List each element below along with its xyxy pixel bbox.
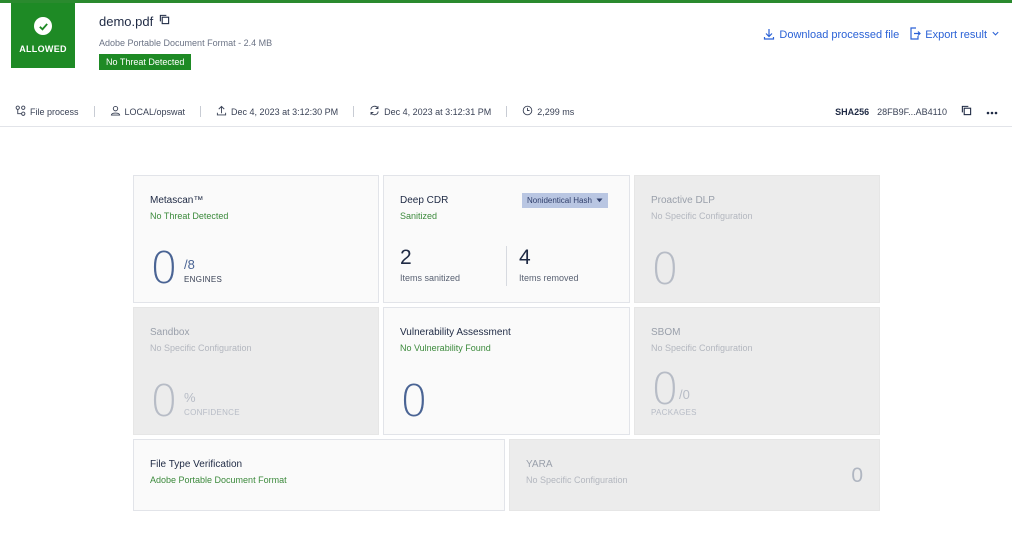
- upload-icon: [216, 105, 227, 118]
- sbom-caption: PACKAGES: [651, 408, 697, 417]
- caret-down-icon: [596, 196, 603, 205]
- meta-bar: File process LOCAL/opswat Dec 4, 2023 at…: [0, 97, 1012, 127]
- user-icon: [110, 105, 121, 118]
- file-name: demo.pdf: [99, 13, 154, 29]
- verdict-label: ALLOWED: [19, 44, 67, 54]
- card-status: No Threat Detected: [150, 211, 229, 221]
- card-status: No Specific Configuration: [150, 343, 252, 353]
- hash-dropdown-label: Nonidentical Hash: [527, 196, 592, 205]
- divider: [353, 106, 355, 117]
- meta-start-time: Dec 4, 2023 at 3:12:30 PM: [216, 105, 338, 118]
- more-icon[interactable]: [986, 107, 998, 117]
- card-status: Sanitized: [400, 211, 438, 221]
- card-vulnerability-assessment[interactable]: Vulnerability Assessment No Vulnerabilit…: [383, 307, 630, 435]
- engines-total: /8: [184, 257, 195, 272]
- vulnerability-count: 0: [400, 376, 428, 427]
- yara-count: 0: [851, 464, 863, 487]
- meta-user-label: LOCAL/opswat: [124, 106, 186, 117]
- top-accent-bar: [0, 0, 1012, 3]
- clock-icon: [522, 105, 533, 118]
- download-button[interactable]: Download processed file: [763, 28, 899, 43]
- sha-value: 28FB9F...AB4110: [877, 106, 947, 117]
- card-status: No Specific Configuration: [651, 343, 753, 353]
- status-badge: No Threat Detected: [99, 54, 192, 70]
- divider: [200, 106, 202, 117]
- card-deep-cdr[interactable]: Deep CDR Sanitized Nonidentical Hash 2 I…: [383, 175, 630, 303]
- card-file-type-verification[interactable]: File Type Verification Adobe Portable Do…: [133, 439, 505, 511]
- sbom-count: 0: [651, 364, 679, 415]
- items-sanitized-count: 2: [400, 246, 412, 269]
- workflow-icon: [15, 105, 26, 118]
- card-status: No Vulnerability Found: [400, 343, 491, 353]
- card-title: Metascan™: [150, 195, 204, 206]
- card-status: No Specific Configuration: [526, 475, 628, 485]
- file-subtitle: Adobe Portable Document Format - 2.4 MB: [99, 38, 273, 48]
- meta-process: File process: [15, 105, 79, 118]
- engines-caption: ENGINES: [184, 275, 223, 284]
- items-removed-count: 4: [519, 246, 531, 269]
- card-sbom[interactable]: SBOM No Specific Configuration 0 /0 PACK…: [634, 307, 880, 435]
- card-yara[interactable]: YARA No Specific Configuration 0: [509, 439, 880, 511]
- card-metascan[interactable]: Metascan™ No Threat Detected 0 /8 ENGINE…: [133, 175, 379, 303]
- card-title: Sandbox: [150, 327, 190, 338]
- divider: [93, 106, 95, 117]
- card-title: Vulnerability Assessment: [400, 327, 511, 338]
- engines-detected-count: 0: [150, 243, 178, 294]
- chevron-down-icon: [991, 29, 1000, 41]
- file-info: demo.pdf Adobe Portable Document Format …: [99, 12, 272, 70]
- meta-end-time: Dec 4, 2023 at 3:12:31 PM: [369, 105, 491, 118]
- verdict-panel: ALLOWED: [11, 3, 75, 68]
- divider: [506, 106, 508, 117]
- refresh-icon: [369, 105, 380, 118]
- meta-end-label: Dec 4, 2023 at 3:12:31 PM: [384, 106, 492, 117]
- meta-duration: 2,299 ms: [522, 105, 574, 118]
- meta-start-label: Dec 4, 2023 at 3:12:30 PM: [231, 106, 339, 117]
- copy-icon[interactable]: [159, 12, 170, 30]
- card-title: SBOM: [651, 327, 681, 338]
- items-sanitized-label: Items sanitized: [400, 273, 461, 283]
- export-result-button[interactable]: Export result: [909, 27, 1000, 43]
- items-removed-label: Items removed: [519, 273, 579, 283]
- dlp-count: 0: [651, 244, 679, 295]
- meta-user: LOCAL/opswat: [110, 105, 186, 118]
- card-title: Deep CDR: [400, 195, 449, 206]
- sandbox-caption: CONFIDENCE: [184, 408, 240, 417]
- sandbox-confidence-value: 0: [150, 376, 178, 427]
- export-icon: [909, 27, 922, 43]
- card-status: No Specific Configuration: [651, 211, 753, 221]
- divider: [506, 246, 507, 286]
- meta-process-label: File process: [30, 106, 79, 117]
- meta-duration-label: 2,299 ms: [537, 106, 575, 117]
- card-title: YARA: [526, 459, 553, 470]
- card-sandbox[interactable]: Sandbox No Specific Configuration 0 % CO…: [133, 307, 379, 435]
- download-label: Download processed file: [779, 29, 900, 41]
- hash-dropdown[interactable]: Nonidentical Hash: [522, 193, 608, 208]
- sha-section: SHA256 28FB9F...AB4110: [835, 97, 998, 126]
- export-label: Export result: [925, 29, 987, 41]
- card-title: Proactive DLP: [651, 195, 715, 206]
- check-circle-icon: [34, 17, 52, 35]
- card-proactive-dlp[interactable]: Proactive DLP No Specific Configuration …: [634, 175, 880, 303]
- card-status: Adobe Portable Document Format: [150, 475, 287, 485]
- card-title: File Type Verification: [150, 459, 243, 470]
- sha-label: SHA256: [835, 106, 870, 117]
- header-actions: Download processed file Export result: [763, 27, 1000, 43]
- sbom-total: /0: [679, 387, 690, 402]
- sandbox-unit: %: [184, 390, 196, 405]
- download-icon: [763, 28, 775, 43]
- copy-icon[interactable]: [961, 105, 972, 118]
